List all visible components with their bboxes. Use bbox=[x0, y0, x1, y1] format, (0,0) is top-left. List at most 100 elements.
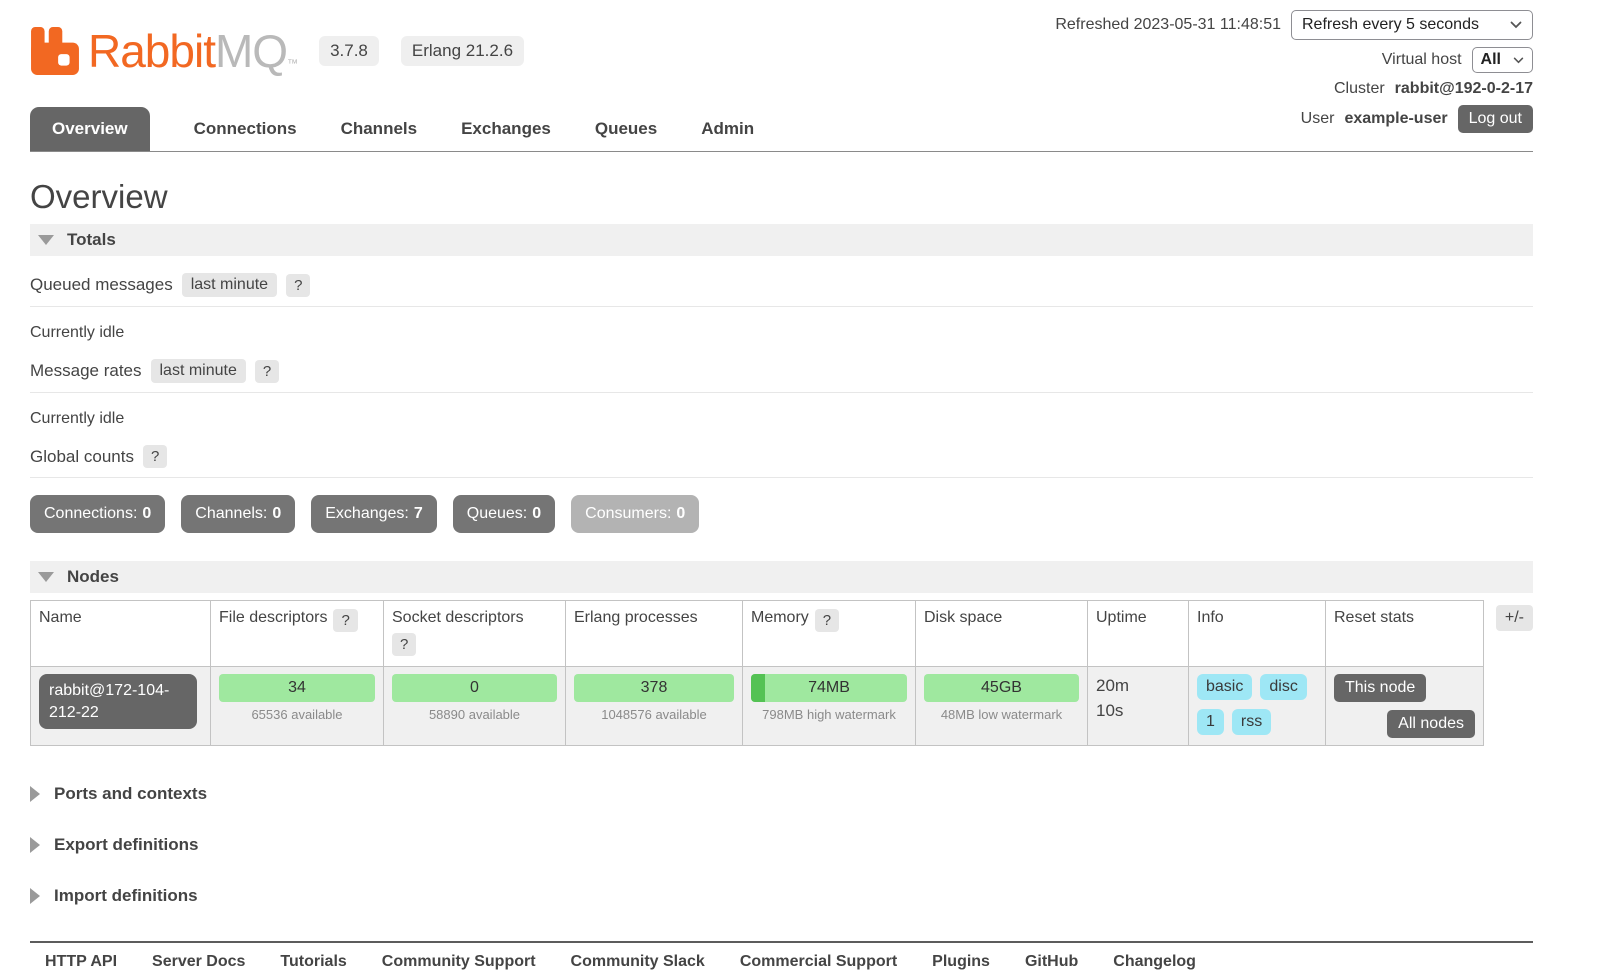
brand-wordmark: RabbitMQ™ bbox=[88, 28, 297, 74]
brand-trademark: ™ bbox=[287, 58, 297, 70]
nodes-section-label: Nodes bbox=[67, 567, 119, 587]
brand-row: RabbitMQ™ 3.7.8 Erlang 21.2.6 bbox=[30, 26, 524, 76]
tab-admin[interactable]: Admin bbox=[701, 107, 754, 151]
uptime-cell: 20m 10s bbox=[1088, 667, 1189, 746]
rabbitmq-logo-icon bbox=[30, 26, 80, 76]
node-row: rabbit@172-104-212-22 34 65536 available… bbox=[31, 667, 1484, 746]
footer-link-changelog[interactable]: Changelog bbox=[1113, 953, 1196, 971]
reset-stats-cell: This node All nodes bbox=[1326, 667, 1484, 746]
import-definitions-section[interactable]: Import definitions bbox=[30, 886, 1533, 906]
footer-link-http-api[interactable]: HTTP API bbox=[45, 953, 117, 971]
top-bar: RabbitMQ™ 3.7.8 Erlang 21.2.6 Refreshed … bbox=[30, 0, 1533, 152]
col-name: Name bbox=[31, 601, 211, 667]
ports-and-contexts-label: Ports and contexts bbox=[54, 784, 207, 804]
col-name-label: Name bbox=[39, 609, 82, 627]
nodes-section-header[interactable]: Nodes bbox=[30, 561, 1533, 593]
rabbitmq-logo[interactable]: RabbitMQ™ bbox=[30, 26, 297, 76]
info-badge-count: 1 bbox=[1197, 709, 1224, 735]
exchanges-count-badge[interactable]: Exchanges:7 bbox=[311, 495, 437, 533]
connections-count-badge[interactable]: Connections: 0 bbox=[30, 495, 165, 533]
cluster-row: Cluster rabbit@192-0-2-17 bbox=[1334, 80, 1533, 98]
footer-link-commercial-support[interactable]: Commercial Support bbox=[740, 953, 897, 971]
node-name-cell: rabbit@172-104-212-22 bbox=[31, 667, 211, 746]
file-descriptors-meter: 34 bbox=[219, 674, 375, 702]
collapse-triangle-icon bbox=[38, 572, 54, 582]
nodes-table: Name File descriptors? Socket descriptor… bbox=[30, 600, 1484, 746]
disk-space-meter: 45GB bbox=[924, 674, 1079, 702]
col-disk-space-label: Disk space bbox=[924, 609, 1002, 627]
node-name-badge[interactable]: rabbit@172-104-212-22 bbox=[39, 674, 197, 729]
erlang-processes-value: 378 bbox=[641, 679, 668, 696]
connections-count-value: 0 bbox=[142, 505, 151, 522]
tab-queues[interactable]: Queues bbox=[595, 107, 657, 151]
refreshed-timestamp: Refreshed 2023-05-31 11:48:51 bbox=[1055, 16, 1281, 34]
ports-and-contexts-section[interactable]: Ports and contexts bbox=[30, 784, 1533, 804]
memory-meter: 74MB bbox=[751, 674, 907, 702]
footer-link-community-support[interactable]: Community Support bbox=[382, 953, 536, 971]
page-title: Overview bbox=[30, 178, 1533, 216]
virtual-host-select[interactable]: All bbox=[1472, 47, 1533, 73]
footer-link-plugins[interactable]: Plugins bbox=[932, 953, 990, 971]
col-file-descriptors-label: File descriptors bbox=[219, 609, 327, 627]
global-counts-badges: Connections: 0 Channels:0 Exchanges:7 Que… bbox=[30, 495, 1533, 533]
col-socket-descriptors: Socket descriptors? bbox=[384, 601, 566, 667]
memory-detail: 798MB high watermark bbox=[751, 707, 907, 722]
queued-messages-label: Queued messages bbox=[30, 275, 173, 295]
reset-all-nodes-button[interactable]: All nodes bbox=[1387, 710, 1475, 738]
file-descriptors-help-icon[interactable]: ? bbox=[333, 609, 357, 632]
rates-help-icon[interactable]: ? bbox=[255, 360, 279, 383]
col-erlang-processes: Erlang processes bbox=[566, 601, 743, 667]
channels-count-badge[interactable]: Channels:0 bbox=[181, 495, 295, 533]
global-counts-help-icon[interactable]: ? bbox=[143, 445, 167, 468]
disk-space-detail: 48MB low watermark bbox=[924, 707, 1079, 722]
col-reset-stats-label: Reset stats bbox=[1334, 609, 1414, 627]
socket-descriptors-cell: 0 58890 available bbox=[384, 667, 566, 746]
footer-link-github[interactable]: GitHub bbox=[1025, 953, 1078, 971]
footer-link-community-slack[interactable]: Community Slack bbox=[571, 953, 705, 971]
queues-count-badge[interactable]: Queues:0 bbox=[453, 495, 555, 533]
export-definitions-label: Export definitions bbox=[54, 835, 199, 855]
tab-exchanges[interactable]: Exchanges bbox=[461, 107, 551, 151]
tab-overview[interactable]: Overview bbox=[30, 107, 150, 151]
uptime-value: 20m 10s bbox=[1096, 674, 1144, 723]
footer-link-tutorials[interactable]: Tutorials bbox=[280, 953, 346, 971]
col-uptime: Uptime bbox=[1088, 601, 1189, 667]
nodes-table-wrap: Name File descriptors? Socket descriptor… bbox=[30, 600, 1533, 746]
tab-channels[interactable]: Channels bbox=[341, 107, 418, 151]
col-memory: Memory? bbox=[743, 601, 916, 667]
reset-this-node-button[interactable]: This node bbox=[1334, 674, 1426, 702]
expand-triangle-icon bbox=[30, 786, 40, 802]
socket-descriptors-detail: 58890 available bbox=[392, 707, 557, 722]
socket-descriptors-help-icon[interactable]: ? bbox=[392, 633, 416, 656]
file-descriptors-cell: 34 65536 available bbox=[211, 667, 384, 746]
tab-connections[interactable]: Connections bbox=[194, 107, 297, 151]
socket-descriptors-meter: 0 bbox=[392, 674, 557, 702]
export-definitions-section[interactable]: Export definitions bbox=[30, 835, 1533, 855]
totals-section-header[interactable]: Totals bbox=[30, 224, 1533, 256]
info-badges: basic disc 1 rss bbox=[1197, 674, 1317, 735]
brand-mq: MQ bbox=[215, 25, 287, 77]
virtual-host-value: All bbox=[1481, 51, 1501, 69]
exchanges-count-label: Exchanges: bbox=[325, 505, 409, 522]
footer-link-server-docs[interactable]: Server Docs bbox=[152, 953, 245, 971]
connections-count-label: Connections: bbox=[44, 505, 137, 522]
refresh-interval-select[interactable]: Refresh every 5 seconds bbox=[1291, 10, 1533, 40]
disk-space-value: 45GB bbox=[981, 679, 1022, 696]
queued-help-icon[interactable]: ? bbox=[286, 274, 310, 297]
rates-idle-status: Currently idle bbox=[30, 410, 1533, 428]
info-badge-disc: disc bbox=[1260, 674, 1306, 700]
memory-meter-fill bbox=[751, 674, 765, 702]
consumers-count-label: Consumers: bbox=[585, 505, 671, 522]
col-info: Info bbox=[1189, 601, 1326, 667]
version-badge: 3.7.8 bbox=[319, 36, 379, 66]
column-toggle-button[interactable]: +/- bbox=[1496, 605, 1533, 631]
col-disk-space: Disk space bbox=[916, 601, 1088, 667]
memory-help-icon[interactable]: ? bbox=[815, 609, 839, 632]
col-file-descriptors: File descriptors? bbox=[211, 601, 384, 667]
col-reset-stats: Reset stats bbox=[1326, 601, 1484, 667]
socket-descriptors-value: 0 bbox=[470, 679, 479, 696]
rates-window-badge: last minute bbox=[151, 359, 246, 383]
erlang-version-badge: Erlang 21.2.6 bbox=[401, 36, 524, 66]
totals-section-label: Totals bbox=[67, 230, 116, 250]
page: RabbitMQ™ 3.7.8 Erlang 21.2.6 Refreshed … bbox=[30, 0, 1533, 971]
